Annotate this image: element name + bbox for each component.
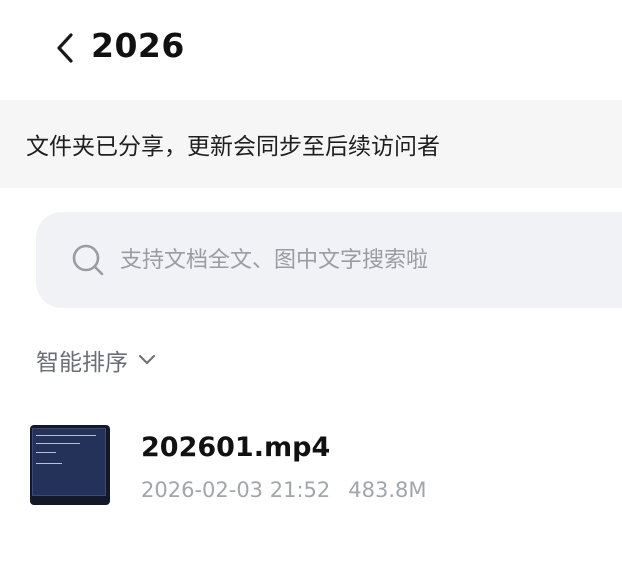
header: 2026 xyxy=(0,0,622,100)
back-button[interactable] xyxy=(50,28,80,68)
file-meta: 2026-02-03 21:52 483.8M xyxy=(141,478,427,502)
sort-dropdown[interactable]: 智能排序 xyxy=(36,340,156,380)
sort-label: 智能排序 xyxy=(36,350,128,376)
chevron-down-icon xyxy=(138,354,156,366)
chevron-left-icon xyxy=(57,33,73,63)
page-title: 2026 xyxy=(91,26,185,65)
file-size: 483.8M xyxy=(348,478,427,502)
video-thumbnail xyxy=(30,425,110,505)
file-name: 202601.mp4 xyxy=(141,432,331,463)
search-icon xyxy=(70,242,106,278)
share-banner: 文件夹已分享，更新会同步至后续访问者 xyxy=(0,100,622,188)
folder-page: 2026 文件夹已分享，更新会同步至后续访问者 智能排序 xyxy=(0,0,622,563)
list-item[interactable]: 202601.mp4 2026-02-03 21:52 483.8M xyxy=(0,410,622,520)
file-date: 2026-02-03 21:52 xyxy=(141,478,331,502)
share-banner-text: 文件夹已分享，更新会同步至后续访问者 xyxy=(26,134,440,160)
thumbnail-screen xyxy=(32,428,106,496)
search-input[interactable] xyxy=(118,246,562,274)
search-bar[interactable] xyxy=(36,212,622,308)
